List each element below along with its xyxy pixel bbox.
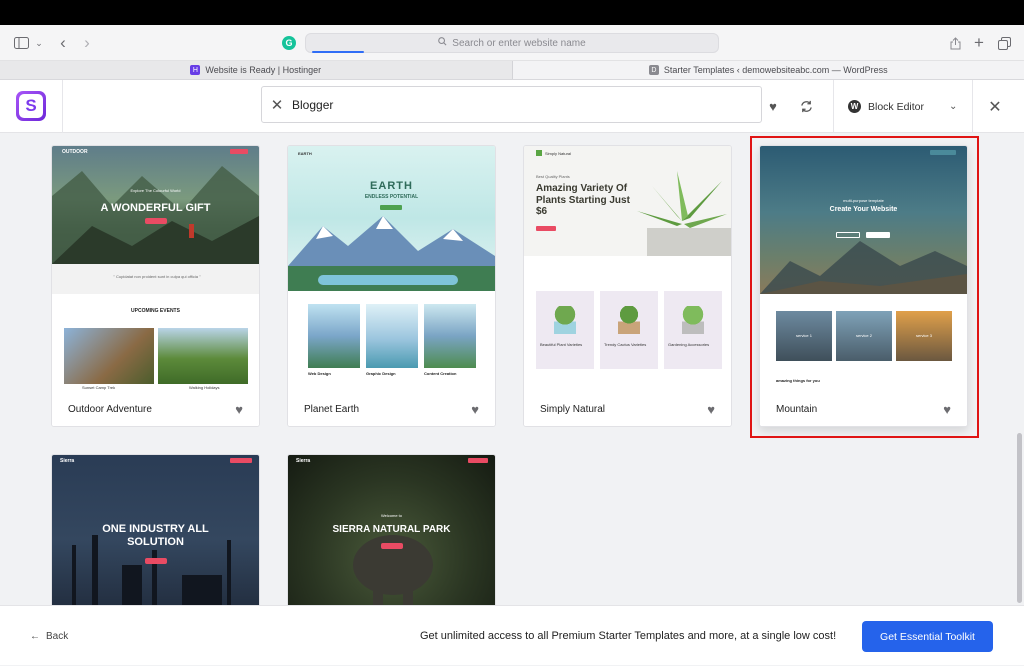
back-arrow-icon[interactable]: ‹ [54,25,72,61]
template-preview: Simply Natural Best Quality Plants Amazi… [524,146,731,391]
chevron-down-icon[interactable]: ⌄ [32,25,46,61]
template-name: Simply Natural [540,404,605,415]
tab-label: Starter Templates ‹ demowebsiteabc.com —… [664,65,888,75]
card-caption: Graphic Design [366,371,396,376]
scrollbar[interactable] [1017,433,1022,603]
back-button[interactable]: ← Back [30,606,68,666]
hero-title: SIERRA NATURAL PARK [288,524,495,535]
template-grid: OUTDOOR Explore The Colourful World A WO… [0,133,1024,605]
back-label: Back [46,631,68,642]
tab-starter-templates[interactable]: D Starter Templates ‹ demowebsiteabc.com… [512,61,1024,79]
page-builder-label: Block Editor [868,101,924,113]
hero-subtitle: ENDLESS POTENTIAL [288,194,495,200]
arrow-left-icon: ← [30,631,40,642]
selection-highlight [750,136,979,438]
template-card[interactable]: Simply Natural Best Quality Plants Amazi… [523,145,732,427]
brand-label: Sierra [60,458,74,464]
wordpress-icon: W [848,100,861,113]
search-icon [438,37,447,49]
hero-title: EARTH [288,180,495,192]
section-heading: UPCOMING EVENTS [52,308,259,314]
hero-subtitle: Welcome to [288,513,495,518]
address-bar[interactable]: Search or enter website name [305,33,719,53]
templates-header: S ✕ Blogger ♥ W Block Editor ⌄ ✕ [0,80,1024,133]
favorite-heart-icon[interactable]: ♥ [235,403,243,416]
starter-templates-logo: S [16,91,46,121]
card-caption: Walking Holidays [189,385,220,390]
card-caption: Trendy Cactus Varieties [604,342,646,347]
system-top-bar [0,0,1024,25]
search-value: Blogger [292,98,333,112]
brand-label: Sierra [296,458,310,464]
new-tab-icon[interactable]: + [969,25,989,61]
tab-hostinger[interactable]: H Website is Ready | Hostinger [0,61,512,79]
hero-subtitle: Explore The Colourful World [52,188,259,193]
favorite-heart-icon[interactable]: ♥ [471,403,479,416]
page-load-progress [312,51,364,53]
hostinger-icon: H [190,65,200,75]
divider [972,80,973,133]
tab-label: Website is Ready | Hostinger [205,65,321,75]
template-card[interactable]: Sierra ONE INDUSTRY ALL SOLUTION [51,454,260,605]
address-placeholder: Search or enter website name [452,38,585,49]
hero-subtitle: Best Quality Plants [536,174,570,179]
forward-arrow-icon[interactable]: › [78,25,96,61]
hero-title: A WONDERFUL GIFT [52,202,259,214]
favorite-heart-icon[interactable]: ♥ [707,403,715,416]
favorites-heart-icon[interactable]: ♥ [764,80,782,133]
brand-label: EARTH [298,151,312,156]
close-icon[interactable]: ✕ [985,80,1005,133]
share-icon[interactable] [945,25,965,61]
card-footer: Planet Earth ♥ [288,391,495,427]
card-caption: Beautiful Plant Varieties [540,342,582,347]
template-card[interactable]: Sierra Welcome to SIERRA NATURAL PARK [287,454,496,605]
template-name: Outdoor Adventure [68,404,152,415]
template-preview: Sierra ONE INDUSTRY ALL SOLUTION [52,455,259,605]
template-card[interactable]: OUTDOOR Explore The Colourful World A WO… [51,145,260,427]
card-footer: Outdoor Adventure ♥ [52,391,259,427]
template-preview: Sierra Welcome to SIERRA NATURAL PARK [288,455,495,605]
bottom-bar: ← Back Get unlimited access to all Premi… [0,605,1024,665]
divider [833,80,834,133]
hero-title: ONE INDUSTRY ALL SOLUTION [52,523,259,548]
chevron-down-icon: ⌄ [949,101,957,112]
card-caption: Gardening Accessories [668,342,709,347]
sidebar-toggle-icon[interactable] [10,25,32,61]
browser-toolbar: ⌄ ‹ › Search or enter website name + [0,25,1024,61]
sync-icon[interactable] [796,80,816,133]
brand-label: OUTDOOR [62,149,88,155]
site-favicon-icon: D [649,65,659,75]
card-caption: Content Creation [424,371,456,376]
promo-text: Get unlimited access to all Premium Star… [420,606,836,666]
card-caption: Sunset Camp Trek [82,385,115,390]
tab-bar: H Website is Ready | Hostinger D Starter… [0,61,1024,80]
divider [62,80,63,133]
template-card[interactable]: EARTH EARTH ENDLESS POTENTIAL Web Design… [287,145,496,427]
card-caption: Web Design [308,371,331,376]
clear-search-icon[interactable]: ✕ [262,96,292,114]
logo-letter: S [19,94,43,118]
template-name: Planet Earth [304,404,359,415]
get-essential-toolkit-button[interactable]: Get Essential Toolkit [862,621,993,652]
grammarly-icon[interactable]: G [282,36,296,50]
page-builder-select[interactable]: W Block Editor ⌄ [848,80,957,133]
card-footer: Simply Natural ♥ [524,391,731,427]
template-search-input[interactable]: ✕ Blogger [261,86,762,123]
tab-overview-icon[interactable] [994,25,1014,61]
brand-label: Simply Natural [545,151,571,156]
template-preview: EARTH EARTH ENDLESS POTENTIAL Web Design… [288,146,495,391]
hero-title: Amazing Variety Of Plants Starting Just … [536,183,631,218]
template-preview: OUTDOOR Explore The Colourful World A WO… [52,146,259,391]
